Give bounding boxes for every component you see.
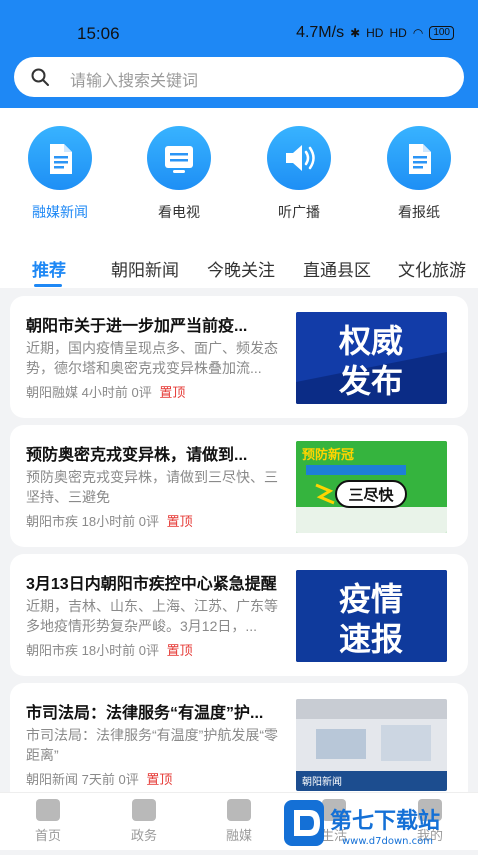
watermark: 第七下载站 www.d7down.com	[282, 798, 472, 850]
news-card[interactable]: 朝阳市关于进一步加严当前疫... 近期，国内疫情呈现点多、面广、频发态势，德尔塔…	[10, 296, 468, 418]
thumb-text: 三尽快	[348, 486, 394, 504]
news-time: 4小时前	[81, 385, 128, 400]
thumb-text: 速报	[339, 620, 403, 658]
government-icon	[132, 799, 156, 821]
news-source: 朝阳市疾	[26, 514, 79, 529]
news-thumbnail: 疫情 速报	[296, 570, 447, 662]
pinned-badge: 置顶	[159, 385, 186, 400]
media-icon	[227, 799, 251, 821]
quick-nav-label: 听广播	[278, 204, 320, 220]
bottom-nav-government[interactable]: 政务	[114, 799, 174, 844]
signal-icon-2: HD	[389, 26, 407, 40]
news-card[interactable]: 3月13日内朝阳市疾控中心紧急提醒 近期，吉林、山东、上海、江苏、广东等多地疫情…	[10, 554, 468, 676]
news-card[interactable]: 预防奥密克戎变异株，请做到... 预防奥密克戎变异株，请做到三尽快、三坚持、三避…	[10, 425, 468, 547]
bottom-nav-home[interactable]: 首页	[18, 799, 78, 844]
quick-nav-news[interactable]: 融媒新闻	[10, 126, 110, 222]
battery-icon: 100	[429, 26, 454, 40]
news-comments: 0评	[138, 514, 159, 529]
news-thumbnail: 权威 发布	[296, 312, 447, 404]
thumb-text: 疫情	[339, 580, 403, 618]
search-input[interactable]: 请输入搜索关键词	[14, 57, 464, 97]
document-icon	[28, 126, 92, 190]
tab-recommend[interactable]: 推荐	[32, 256, 66, 281]
quick-nav-label: 看报纸	[398, 204, 440, 220]
news-time: 18小时前	[81, 514, 136, 529]
thumb-text: 发布	[339, 362, 403, 400]
news-title: 市司法局：法律服务“有温度”护...	[26, 705, 264, 722]
news-card[interactable]: 市司法局：法律服务“有温度”护... 市司法局：法律服务“有温度”护航发展“零距…	[10, 683, 468, 805]
quick-nav-label: 融媒新闻	[32, 204, 88, 220]
tab-counties[interactable]: 直通县区	[303, 256, 371, 281]
bottom-nav-label: 融媒	[225, 828, 252, 843]
news-summary: 近期，吉林、山东、上海、江苏、广东等多地疫情形势复杂严峻。3月12日，...	[26, 598, 278, 634]
tv-icon	[147, 126, 211, 190]
news-summary: 市司法局：法律服务“有温度”护航发展“零距离”	[26, 727, 278, 763]
pinned-badge: 置顶	[166, 514, 193, 529]
tab-tonight-focus[interactable]: 今晚关注	[207, 256, 275, 281]
news-summary: 预防奥密克戎变异株，请做到三尽快、三坚持、三避免	[26, 469, 278, 505]
watermark-text: 第七下载站	[330, 808, 440, 834]
thumb-text: 朝阳新闻	[302, 775, 342, 788]
news-meta: 朝阳市疾 18小时前 0评 置顶	[26, 511, 193, 530]
news-thumbnail: 朝阳新闻	[296, 699, 447, 791]
home-icon	[36, 799, 60, 821]
quick-nav-tv[interactable]: 看电视	[129, 126, 229, 222]
bottom-nav-label: 首页	[34, 828, 61, 843]
network-speed: 4.7M/s	[296, 24, 345, 41]
pinned-badge: 置顶	[166, 643, 193, 658]
thumb-text: 权威	[338, 322, 403, 360]
news-comments: 0评	[131, 385, 152, 400]
news-time: 18小时前	[81, 643, 136, 658]
news-comments: 0评	[138, 643, 159, 658]
newspaper-icon	[387, 126, 451, 190]
watermark-url: www.d7down.com	[342, 836, 433, 847]
wifi-icon: ◠	[412, 26, 424, 40]
signal-icon: HD	[366, 26, 384, 40]
tab-culture-tourism[interactable]: 文化旅游	[398, 256, 466, 281]
news-title: 预防奥密克戎变异株，请做到...	[26, 447, 248, 464]
tab-chaoyang-news[interactable]: 朝阳新闻	[111, 256, 179, 281]
news-meta: 朝阳新闻 7天前 0评 置顶	[26, 769, 172, 788]
tab-indicator	[34, 284, 62, 287]
quick-nav-radio[interactable]: 听广播	[249, 126, 349, 222]
news-source: 朝阳市疾	[26, 643, 79, 658]
search-icon	[31, 68, 49, 86]
search-placeholder: 请输入搜索关键词	[70, 73, 199, 90]
speaker-icon	[267, 126, 331, 190]
bluetooth-icon: ✱	[350, 26, 361, 40]
news-title: 3月13日内朝阳市疾控中心紧急提醒	[26, 576, 277, 593]
thumb-text: 预防新冠	[302, 447, 354, 463]
news-summary: 近期，国内疫情呈现点多、面广、频发态势，德尔塔和奥密克戎变异株叠加流...	[26, 340, 278, 376]
news-source: 朝阳新闻	[26, 772, 79, 787]
pinned-badge: 置顶	[146, 772, 173, 787]
news-thumbnail: 预防新冠 三尽快	[296, 441, 447, 533]
news-meta: 朝阳融媒 4小时前 0评 置顶	[26, 382, 185, 401]
news-title: 朝阳市关于进一步加严当前疫...	[26, 318, 248, 335]
bottom-nav-media[interactable]: 融媒	[209, 799, 269, 844]
quick-nav-label: 看电视	[158, 204, 200, 220]
news-comments: 0评	[118, 772, 139, 787]
quick-nav-newspaper[interactable]: 看报纸	[369, 126, 469, 222]
status-time: 15:06	[77, 24, 120, 43]
category-tabs: 推荐 朝阳新闻 今晚关注 直通县区 文化旅游	[0, 244, 478, 288]
news-source: 朝阳融媒	[26, 385, 79, 400]
news-time: 7天前	[81, 772, 115, 787]
bottom-nav-label: 政务	[130, 828, 157, 843]
status-right: 4.7M/s ✱ HD HD ◠ 100	[296, 24, 454, 42]
news-meta: 朝阳市疾 18小时前 0评 置顶	[26, 640, 193, 659]
status-bar: 15:06 4.7M/s ✱ HD HD ◠ 100	[0, 0, 478, 60]
